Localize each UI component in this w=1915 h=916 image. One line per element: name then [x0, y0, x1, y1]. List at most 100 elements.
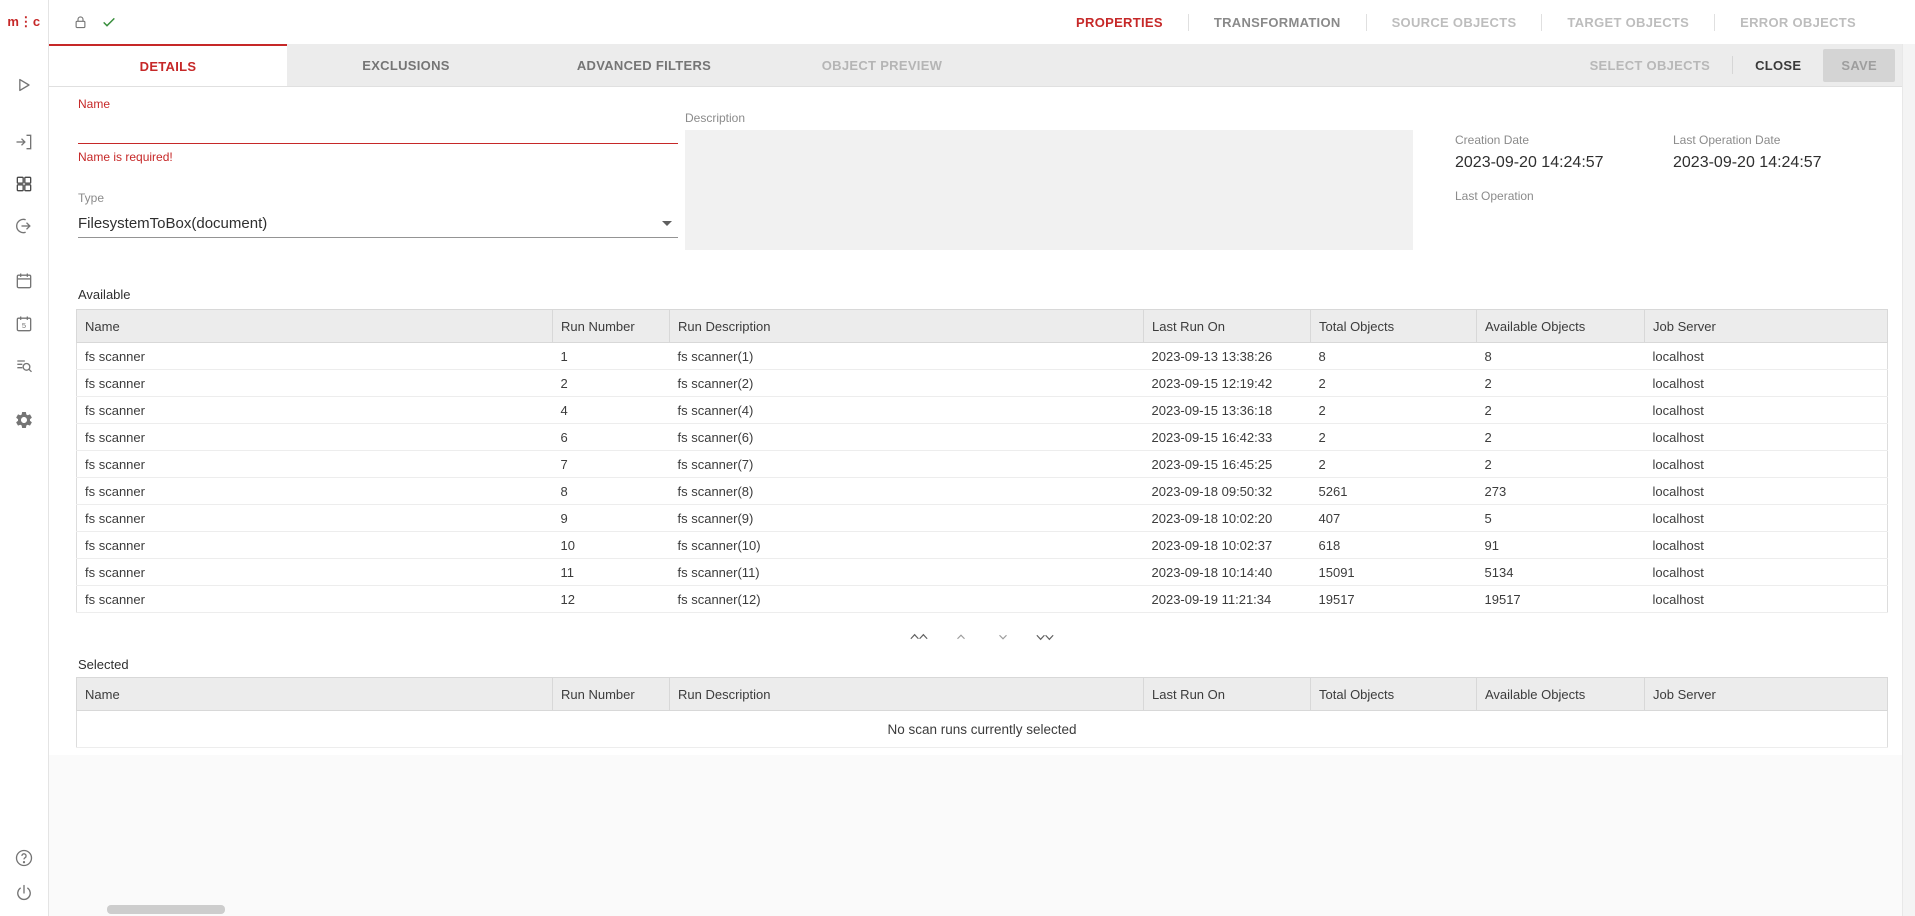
name-input[interactable] [78, 115, 678, 144]
settings-icon-button[interactable] [0, 403, 48, 437]
column-header[interactable]: Run Number [553, 310, 670, 343]
help-button[interactable] [0, 841, 48, 875]
tab-exclusions[interactable]: EXCLUSIONS [287, 44, 525, 86]
selected-section-title: Selected [78, 657, 129, 672]
table-row[interactable]: fs scanner6fs scanner(6)2023-09-15 16:42… [77, 424, 1888, 451]
scheduled-jobs-icon[interactable]: 5 [0, 307, 48, 341]
table-cell: fs scanner [77, 370, 553, 397]
horizontal-scrollbar-thumb[interactable] [107, 905, 225, 914]
last-operation-date-label: Last Operation Date [1673, 133, 1822, 147]
logout-button[interactable] [0, 876, 48, 910]
chevron-down-icon [996, 630, 1010, 644]
available-table-header-row: NameRun NumberRun DescriptionLast Run On… [77, 310, 1888, 343]
table-cell: 2023-09-13 13:38:26 [1144, 343, 1311, 370]
table-cell: 2023-09-18 10:14:40 [1144, 559, 1311, 586]
table-cell: fs scanner(9) [670, 505, 1144, 532]
tab-advanced-filters[interactable]: ADVANCED FILTERS [525, 44, 763, 86]
scroll-to-bottom-button[interactable] [1031, 625, 1059, 649]
table-cell: localhost [1645, 559, 1888, 586]
nav-properties[interactable]: PROPERTIES [1051, 15, 1188, 30]
column-header[interactable]: Run Description [670, 310, 1144, 343]
table-cell: 407 [1311, 505, 1477, 532]
tab-details[interactable]: DETAILS [49, 44, 287, 86]
table-row[interactable]: fs scanner2fs scanner(2)2023-09-15 12:19… [77, 370, 1888, 397]
table-cell: 2023-09-18 10:02:37 [1144, 532, 1311, 559]
description-input[interactable] [685, 130, 1413, 250]
column-header[interactable]: Total Objects [1311, 310, 1477, 343]
available-table-body: fs scanner1fs scanner(1)2023-09-13 13:38… [77, 343, 1888, 613]
type-field: Type FilesystemToBox(document) [78, 191, 678, 238]
column-header[interactable]: Run Description [670, 678, 1144, 711]
nav-target-objects[interactable]: TARGET OBJECTS [1542, 15, 1714, 30]
table-cell: 618 [1311, 532, 1477, 559]
column-header[interactable]: Name [77, 678, 553, 711]
close-button[interactable]: CLOSE [1743, 49, 1813, 82]
scheduler-icon[interactable] [0, 264, 48, 298]
sidebar: m⋮c 5 [0, 0, 49, 916]
last-operation-label: Last Operation [1455, 189, 1534, 203]
table-cell: 2023-09-15 16:42:33 [1144, 424, 1311, 451]
column-header[interactable]: Run Number [553, 678, 670, 711]
column-header[interactable]: Total Objects [1311, 678, 1477, 711]
type-select[interactable]: FilesystemToBox(document) [78, 209, 678, 238]
selected-table: NameRun NumberRun DescriptionLast Run On… [76, 677, 1888, 748]
scroll-down-button[interactable] [989, 625, 1017, 649]
top-navigation: PROPERTIES TRANSFORMATION SOURCE OBJECTS… [1051, 14, 1915, 31]
scroll-to-top-button[interactable] [905, 625, 933, 649]
table-row[interactable]: fs scanner10fs scanner(10)2023-09-18 10:… [77, 532, 1888, 559]
run-migration-icon[interactable] [0, 68, 48, 102]
table-row[interactable]: fs scanner9fs scanner(9)2023-09-18 10:02… [77, 505, 1888, 532]
name-field: Name Name is required! [78, 97, 678, 164]
chevron-up-icon [954, 630, 968, 644]
nav-transformation[interactable]: TRANSFORMATION [1189, 15, 1366, 30]
table-row[interactable]: fs scanner7fs scanner(7)2023-09-15 16:45… [77, 451, 1888, 478]
column-header[interactable]: Last Run On [1144, 678, 1311, 711]
save-button[interactable]: SAVE [1823, 49, 1895, 82]
column-header[interactable]: Job Server [1645, 310, 1888, 343]
table-row[interactable]: fs scanner1fs scanner(1)2023-09-13 13:38… [77, 343, 1888, 370]
importers-icon[interactable] [0, 125, 48, 159]
table-cell: 91 [1477, 532, 1645, 559]
table-cell: 19517 [1477, 586, 1645, 613]
table-row[interactable]: fs scanner12fs scanner(12)2023-09-19 11:… [77, 586, 1888, 613]
description-label: Description [685, 111, 1413, 125]
column-header[interactable]: Job Server [1645, 678, 1888, 711]
table-cell: localhost [1645, 397, 1888, 424]
column-header[interactable]: Available Objects [1477, 310, 1645, 343]
table-row[interactable]: fs scanner4fs scanner(4)2023-09-15 13:36… [77, 397, 1888, 424]
content-area: Name Name is required! Type FilesystemTo… [49, 87, 1915, 916]
table-cell: 6 [553, 424, 670, 451]
vertical-scrollbar-track[interactable] [1902, 44, 1915, 916]
table-cell: 1 [553, 343, 670, 370]
table-cell: 2 [553, 370, 670, 397]
nav-error-objects[interactable]: ERROR OBJECTS [1715, 15, 1881, 30]
table-cell: fs scanner(10) [670, 532, 1144, 559]
table-row[interactable]: fs scanner8fs scanner(8)2023-09-18 09:50… [77, 478, 1888, 505]
table-cell: 8 [1311, 343, 1477, 370]
tab-object-preview[interactable]: OBJECT PREVIEW [763, 44, 1001, 86]
column-header[interactable]: Name [77, 310, 553, 343]
play-icon [14, 75, 34, 95]
migration-sets-icon[interactable] [0, 167, 48, 201]
logs-icon[interactable] [0, 349, 48, 383]
app-logo: m⋮c [0, 0, 48, 44]
table-cell: 5 [1477, 505, 1645, 532]
column-header[interactable]: Available Objects [1477, 678, 1645, 711]
creation-date-label: Creation Date [1455, 133, 1604, 147]
exporters-icon[interactable] [0, 209, 48, 243]
table-row[interactable]: fs scanner11fs scanner(11)2023-09-18 10:… [77, 559, 1888, 586]
select-objects-button[interactable]: SELECT OBJECTS [1578, 49, 1723, 82]
table-cell: 2 [1311, 451, 1477, 478]
nav-source-objects[interactable]: SOURCE OBJECTS [1367, 15, 1542, 30]
table-cell: fs scanner [77, 586, 553, 613]
table-cell: 2023-09-15 12:19:42 [1144, 370, 1311, 397]
table-cell: 8 [1477, 343, 1645, 370]
available-section-title: Available [78, 287, 131, 302]
table-cell: fs scanner(12) [670, 586, 1144, 613]
grid-icon [14, 174, 34, 194]
table-cell: fs scanner(11) [670, 559, 1144, 586]
scroll-up-button[interactable] [947, 625, 975, 649]
list-pagination [76, 624, 1887, 650]
column-header[interactable]: Last Run On [1144, 310, 1311, 343]
lock-icon [73, 15, 88, 30]
